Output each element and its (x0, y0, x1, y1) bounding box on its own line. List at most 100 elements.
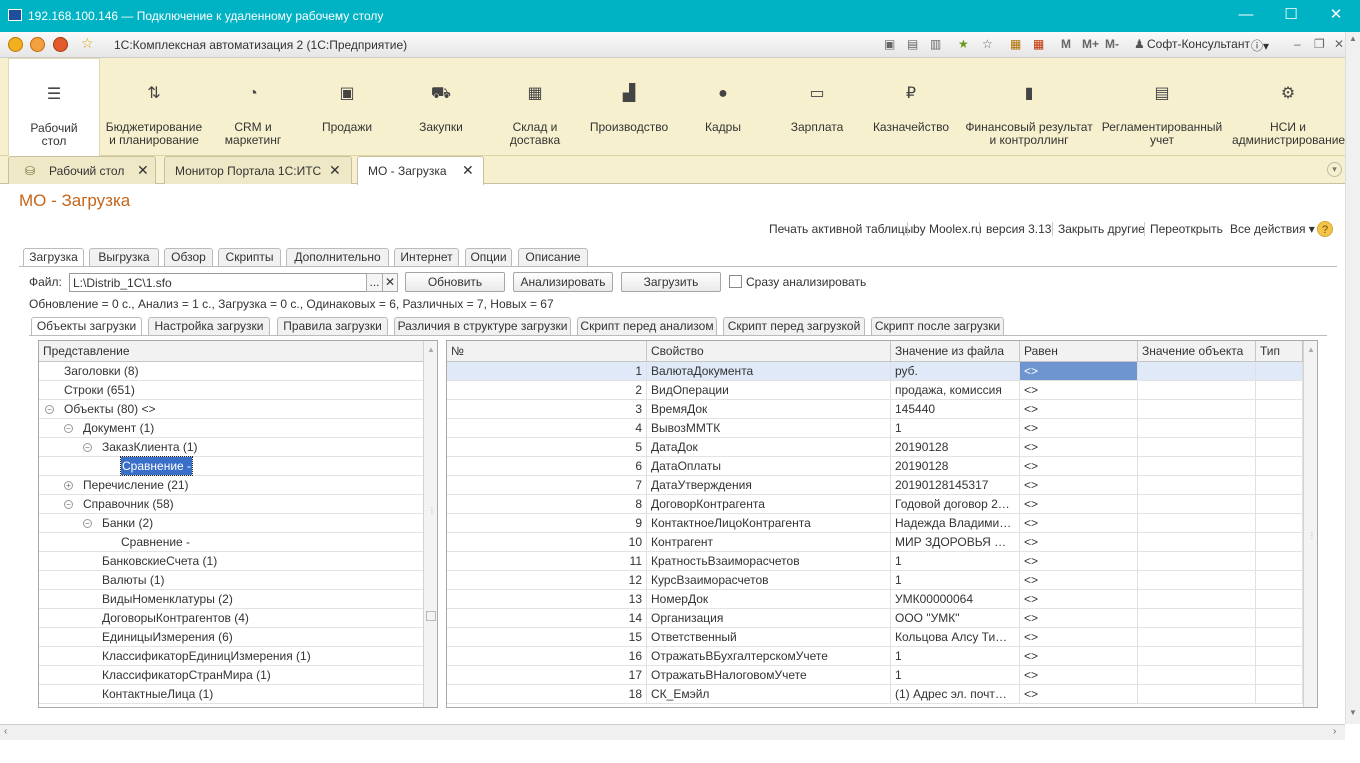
tree-row[interactable]: + Перечисление (21) (39, 476, 423, 495)
expand-icon[interactable]: + (64, 481, 73, 490)
table-row[interactable]: 13 НомерДок УМК00000064 <> (447, 590, 1303, 609)
section-10[interactable]: ₽ Казначейство (865, 58, 957, 156)
table-cell[interactable]: <> (1020, 476, 1138, 495)
table-cell[interactable]: <> (1020, 400, 1138, 419)
app-minimize-button[interactable]: – (1294, 37, 1301, 51)
history-icon[interactable] (53, 37, 68, 52)
table-row[interactable]: 15 Ответственный Кольцова Алсу Тими... <> (447, 628, 1303, 647)
table-cell[interactable] (1138, 552, 1256, 571)
table-cell[interactable]: <> (1020, 628, 1138, 647)
table-cell[interactable]: 8 (447, 495, 647, 514)
table-cell[interactable]: 10 (447, 533, 647, 552)
table-cell[interactable] (1138, 400, 1256, 419)
table-row[interactable]: 10 Контрагент МИР ЗДОРОВЬЯ ООО <> (447, 533, 1303, 552)
print-icon[interactable]: ▤ (907, 37, 918, 51)
tree-row[interactable]: Сравнение - (39, 533, 423, 552)
tab-5[interactable]: Дополнительно (286, 248, 389, 266)
subtab-6[interactable]: Скрипт перед загрузкой (723, 317, 865, 335)
table-cell[interactable]: 13 (447, 590, 647, 609)
table-cell[interactable]: Контрагент (647, 533, 891, 552)
table-row[interactable]: 1 ВалютаДокумента руб. <> (447, 362, 1303, 381)
table-cell[interactable]: 14 (447, 609, 647, 628)
section-6[interactable]: ▦ Склад и доставка (489, 58, 581, 156)
table-row[interactable]: 12 КурсВзаиморасчетов 1 <> (447, 571, 1303, 590)
table-cell[interactable]: <> (1020, 514, 1138, 533)
table-cell[interactable]: <> (1020, 533, 1138, 552)
tab-mo-load[interactable]: МО - Загрузка ✕ (357, 156, 484, 185)
column-header[interactable]: № (447, 341, 647, 362)
add-favorite-icon[interactable]: ★ (958, 37, 969, 51)
section-11[interactable]: ▮ Финансовый результат и контроллинг (960, 58, 1098, 156)
table-cell[interactable] (1256, 628, 1303, 647)
table-row[interactable]: 3 ВремяДок 145440 <> (447, 400, 1303, 419)
table-cell[interactable] (1256, 685, 1303, 704)
tree-column-header[interactable]: Представление (39, 341, 423, 362)
table-cell[interactable]: 145440 (891, 400, 1020, 419)
table-cell[interactable]: НомерДок (647, 590, 891, 609)
file-path-input[interactable]: L:\Distrib_1C\1.sfo (69, 273, 367, 292)
table-cell[interactable] (1256, 514, 1303, 533)
table-cell[interactable]: 6 (447, 457, 647, 476)
table-cell[interactable]: <> (1020, 552, 1138, 571)
table-cell[interactable] (1138, 666, 1256, 685)
section-4[interactable]: ▣ Продажи (301, 58, 393, 156)
section-5[interactable]: ⛟ Закупки (395, 58, 487, 156)
table-cell[interactable]: 1 (447, 362, 647, 381)
section-13[interactable]: ⚙ НСИ и администрирование (1232, 58, 1345, 156)
properties-table[interactable]: № Свойство Значение из файла Равен Значение … (446, 340, 1318, 708)
all-actions-menu[interactable]: Все действия ▾ (1230, 222, 1315, 236)
memory-mplus-button[interactable]: M+ (1082, 37, 1099, 51)
table-cell[interactable] (1138, 628, 1256, 647)
table-row[interactable]: 4 ВывозММТК 1 <> (447, 419, 1303, 438)
table-row[interactable]: 11 КратностьВзаиморасчетов 1 <> (447, 552, 1303, 571)
table-cell[interactable]: КратностьВзаиморасчетов (647, 552, 891, 571)
table-cell[interactable] (1256, 609, 1303, 628)
tree-row[interactable]: Заголовки (8) (39, 362, 423, 381)
tab-desktop[interactable]: ⛁ Рабочий стол ✕ (8, 156, 156, 184)
close-tab-icon[interactable]: ✕ (329, 162, 341, 179)
table-cell[interactable]: 18 (447, 685, 647, 704)
section-3[interactable]: ◔ CRM и маркетинг (207, 58, 299, 156)
table-cell[interactable]: 1 (891, 419, 1020, 438)
objects-tree[interactable]: Представление ▲ ⋮ Заголовки (8) Строки (6… (38, 340, 438, 708)
table-cell[interactable] (1256, 552, 1303, 571)
right-scrollbar[interactable]: ▲ ▼ (1345, 32, 1360, 724)
app-close-button[interactable]: ✕ (1334, 37, 1344, 51)
table-cell[interactable]: 9 (447, 514, 647, 533)
calendar-icon[interactable]: ▦ (1033, 37, 1044, 51)
table-cell[interactable]: <> (1020, 381, 1138, 400)
table-cell[interactable] (1256, 362, 1303, 381)
save-icon[interactable]: ▣ (884, 37, 895, 51)
table-cell[interactable]: <> (1020, 685, 1138, 704)
refresh-button[interactable]: Обновить (405, 272, 505, 292)
table-cell[interactable]: СК_Емэйл (647, 685, 891, 704)
table-cell[interactable] (1256, 419, 1303, 438)
table-cell[interactable] (1138, 457, 1256, 476)
table-cell[interactable] (1256, 476, 1303, 495)
tab-2[interactable]: Выгрузка (89, 248, 159, 266)
section-9[interactable]: ▭ Зарплата (771, 58, 863, 156)
table-cell[interactable]: 3 (447, 400, 647, 419)
table-row[interactable]: 6 ДатаОплаты 20190128 <> (447, 457, 1303, 476)
tree-row[interactable]: − Банки (2) (39, 514, 423, 533)
table-cell[interactable]: ОтражатьВНалоговомУчете (647, 666, 891, 685)
memory-mminus-button[interactable]: M- (1105, 37, 1119, 51)
section-2[interactable]: ⇅ Бюджетирование и планирование (102, 58, 206, 156)
favorites-star-icon[interactable]: ☆ (81, 35, 94, 52)
analyze-immediately-label[interactable]: Сразу анализировать (746, 275, 866, 289)
tab-3[interactable]: Обзор (164, 248, 213, 266)
column-header[interactable]: Значение из файла (891, 341, 1020, 362)
table-cell[interactable]: 1 (891, 666, 1020, 685)
table-cell[interactable]: ДатаДок (647, 438, 891, 457)
main-menu-icon[interactable] (30, 37, 45, 52)
subtab-2[interactable]: Настройка загрузки (148, 317, 270, 335)
table-cell[interactable]: ДоговорКонтрагента (647, 495, 891, 514)
close-tab-icon[interactable]: ✕ (137, 162, 149, 179)
close-window-button[interactable]: ✕ (1313, 4, 1359, 28)
tree-row[interactable]: КлассификаторЕдиницИзмерения (1) (39, 647, 423, 666)
1c-logo-icon[interactable] (8, 37, 23, 52)
table-cell[interactable]: УМК00000064 (891, 590, 1020, 609)
tab-1[interactable]: Загрузка (23, 248, 84, 267)
reopen-link[interactable]: Переоткрыть (1150, 222, 1223, 236)
table-cell[interactable] (1138, 381, 1256, 400)
